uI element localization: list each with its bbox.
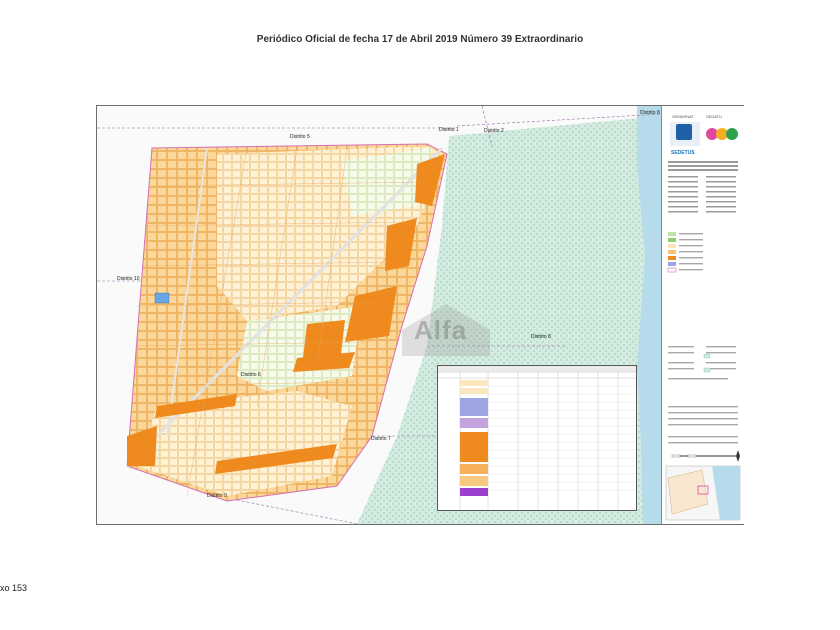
- zoning-table: [437, 365, 637, 511]
- district-label: Distrito 8: [531, 334, 551, 340]
- semarnat-logo: SEMARNAT: [672, 114, 694, 119]
- district-label: Distrito 7: [371, 436, 391, 442]
- state-seal-icon: [676, 124, 692, 140]
- district-label: Distrito 6: [241, 372, 261, 378]
- district-label: Distrito 9: [207, 493, 227, 499]
- legend-swatches: [667, 232, 677, 273]
- district-label: Distrito 5: [290, 134, 310, 140]
- page-title: Periódico Oficial de fecha 17 de Abril 2…: [256, 34, 584, 45]
- sedetus-logo: SEDETUS: [671, 150, 695, 156]
- page-footer: xo 153: [0, 583, 28, 593]
- legend-panel: SEMARNAT SEDATU SEDETUS: [661, 106, 744, 524]
- sedatu-logo: SEDATU: [706, 114, 722, 119]
- district-label: Distrito 10: [117, 276, 140, 282]
- watermark-logo: Alfa: [414, 315, 468, 345]
- blue-parcel: [154, 292, 170, 304]
- north-arrow-icon: [736, 450, 740, 462]
- district-label: Distrito 2: [484, 128, 504, 134]
- district-label: Distrito 8: [640, 110, 660, 116]
- district-label: Distrito 1: [439, 127, 459, 133]
